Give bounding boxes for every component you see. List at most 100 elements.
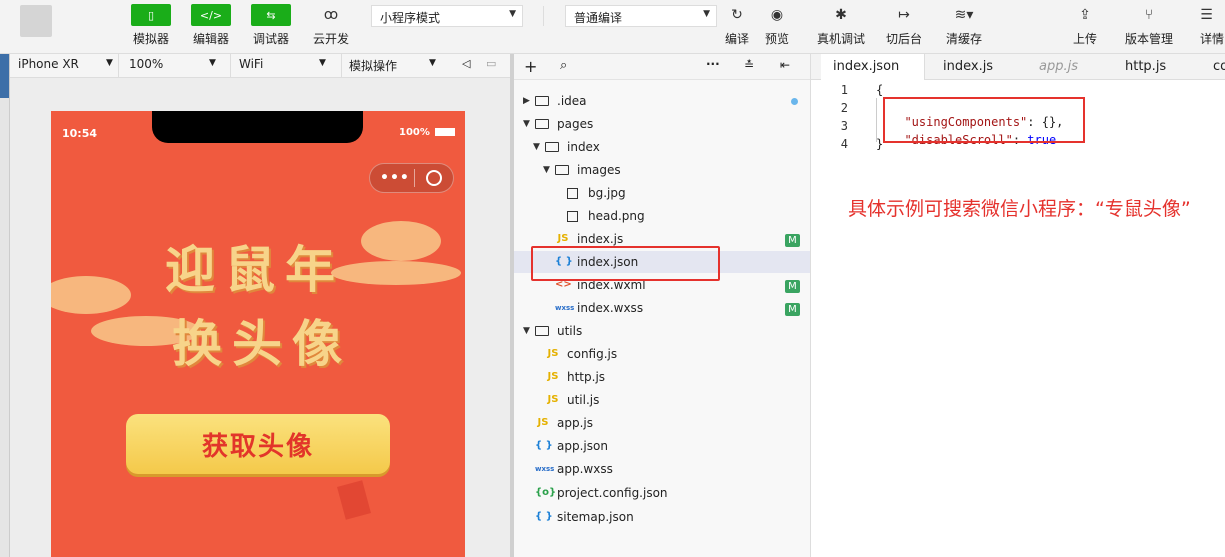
cloud-dev-button[interactable]: ꝏ 云开发 <box>301 4 361 50</box>
mute-icon[interactable]: ◁ <box>462 57 470 70</box>
switch-icon: ↦ <box>898 7 910 23</box>
tree-item-index-folder[interactable]: ▼ index <box>533 136 600 158</box>
line-number: 2 <box>840 101 848 115</box>
divider <box>341 54 342 78</box>
tree-item-util-js[interactable]: JS util.js <box>545 389 600 411</box>
chevron-down-icon: ▼ <box>523 119 530 129</box>
mode-select-value: 小程序模式 <box>380 11 441 25</box>
js-file-icon: JS <box>547 371 559 382</box>
json-file-icon: { } <box>535 511 553 522</box>
status-time: 10:54 <box>62 127 98 140</box>
upload-button[interactable]: ⇪ 上传 <box>1055 4 1115 50</box>
tree-item-app-js[interactable]: JS app.js <box>535 412 593 434</box>
tab-index-js[interactable]: index.js <box>931 54 1005 80</box>
tree-item-label: .idea <box>557 94 587 108</box>
chevron-down-icon: ▼ <box>106 58 113 68</box>
tree-item-idea[interactable]: ▶ .idea <box>523 90 587 112</box>
editor-button[interactable]: </> 编辑器 <box>181 4 241 50</box>
zoom-select[interactable]: 100% ▼ <box>129 57 229 71</box>
compile-select[interactable]: 普通编译 ▼ <box>565 5 717 27</box>
highlight-box-index-json <box>531 246 720 281</box>
tree-item-label: project.config.json <box>557 486 668 500</box>
editor-label: 编辑器 <box>192 32 229 46</box>
battery-percent: 100% <box>399 127 430 138</box>
folder-icon <box>535 96 549 106</box>
tree-item-label: app.wxss <box>557 462 613 476</box>
real-debug-button[interactable]: ✱ 真机调试 <box>811 4 871 50</box>
avatar[interactable] <box>20 5 52 37</box>
menu-icon: ☰ <box>1200 7 1213 23</box>
battery-icon <box>435 128 456 136</box>
line-number: 3 <box>840 119 848 133</box>
capsule-divider <box>414 169 415 187</box>
tree-item-index-wxss[interactable]: wxss index.wxss <box>555 297 643 319</box>
tree-item-pages[interactable]: ▼ pages <box>523 113 593 135</box>
tree-item-sitemap-json[interactable]: { } sitemap.json <box>535 506 634 528</box>
wxss-file-icon: wxss <box>535 465 555 473</box>
bug-icon: ✱ <box>835 7 847 23</box>
panel-toggle-icon[interactable]: ⇤ <box>780 58 790 72</box>
close-icon[interactable] <box>426 170 442 186</box>
simulator-toolbar: iPhone XR ▼ 100% ▼ WiFi ▼ 模拟操作 ▼ ◁ ▭ <box>10 54 510 78</box>
wxss-file-icon: wxss <box>555 304 575 312</box>
more-icon[interactable]: ••• <box>380 170 410 186</box>
mode-select[interactable]: 小程序模式 ▼ <box>371 5 523 27</box>
search-icon[interactable]: ⌕ <box>560 58 567 73</box>
background-window-strip <box>0 54 10 557</box>
cloud-icon: ꝏ <box>323 7 339 23</box>
network-select[interactable]: WiFi ▼ <box>239 57 339 71</box>
red-envelope-decoration <box>337 480 371 520</box>
js-file-icon: JS <box>547 348 559 359</box>
code-editor[interactable] <box>811 80 1225 557</box>
more-icon[interactable]: ··· <box>706 57 720 71</box>
image-icon <box>567 187 578 199</box>
details-button[interactable]: ☰ 详情 <box>1188 4 1225 50</box>
modified-badge: M <box>785 303 800 316</box>
eye-icon: ◉ <box>770 7 784 23</box>
tree-item-label: utils <box>557 324 583 338</box>
chevron-down-icon: ▼ <box>509 9 516 19</box>
tab-http-js[interactable]: http.js <box>1113 54 1178 80</box>
tree-item-label: app.js <box>557 416 593 430</box>
tree-item-project-config[interactable]: {o} project.config.json <box>535 482 668 504</box>
code-line-1: { <box>876 83 884 97</box>
operation-select[interactable]: 模拟操作 ▼ <box>349 57 449 74</box>
tab-index-json[interactable]: index.json ✕ <box>821 54 925 100</box>
indent-guide <box>876 98 877 142</box>
tree-item-http-js[interactable]: JS http.js <box>545 366 606 388</box>
simulator-button[interactable]: ▯ 模拟器 <box>121 4 181 50</box>
popout-icon[interactable]: ▭ <box>486 57 496 70</box>
add-icon[interactable]: + <box>524 57 537 76</box>
cloud-decoration <box>51 276 131 314</box>
chevron-down-icon: ▼ <box>319 58 326 68</box>
tree-item-config-js[interactable]: JS config.js <box>545 343 618 365</box>
debugger-label: 调试器 <box>252 32 289 46</box>
tab-more[interactable]: co <box>1201 54 1225 80</box>
cloud-decoration <box>361 221 441 261</box>
chevron-right-icon: ▶ <box>523 96 530 106</box>
tree-item-bg-jpg[interactable]: bg.jpg <box>567 182 626 204</box>
tab-app-js[interactable]: app.js <box>1027 54 1090 80</box>
simulator-label: 模拟器 <box>132 32 169 46</box>
miniprogram-capsule[interactable]: ••• <box>369 163 454 193</box>
tree-item-label: config.js <box>567 347 618 361</box>
debug-icon: ⇆ <box>251 4 291 26</box>
tree-item-label: util.js <box>567 393 600 407</box>
clear-cache-button[interactable]: ≋▾ 清缓存 <box>934 4 994 50</box>
tab-label: app.js <box>1039 59 1078 74</box>
tree-item-app-wxss[interactable]: wxss app.wxss <box>535 458 613 480</box>
modified-badge: M <box>785 280 800 293</box>
preview-button[interactable]: ◉ 预览 <box>747 4 807 50</box>
tree-item-head-png[interactable]: head.png <box>567 205 645 227</box>
get-avatar-button[interactable]: 获取头像 <box>126 414 390 474</box>
divider <box>543 6 544 26</box>
tree-item-utils[interactable]: ▼ utils <box>523 320 582 342</box>
background-button[interactable]: ↦ 切后台 <box>874 4 934 50</box>
tree-item-app-json[interactable]: { } app.json <box>535 435 608 457</box>
status-dot <box>791 98 798 105</box>
collapse-icon[interactable]: ≛ <box>744 58 754 72</box>
tree-item-images[interactable]: ▼ images <box>543 159 621 181</box>
version-button[interactable]: ⑂ 版本管理 <box>1119 4 1179 50</box>
device-select[interactable]: iPhone XR ▼ <box>18 57 118 71</box>
debugger-button[interactable]: ⇆ 调试器 <box>241 4 301 50</box>
